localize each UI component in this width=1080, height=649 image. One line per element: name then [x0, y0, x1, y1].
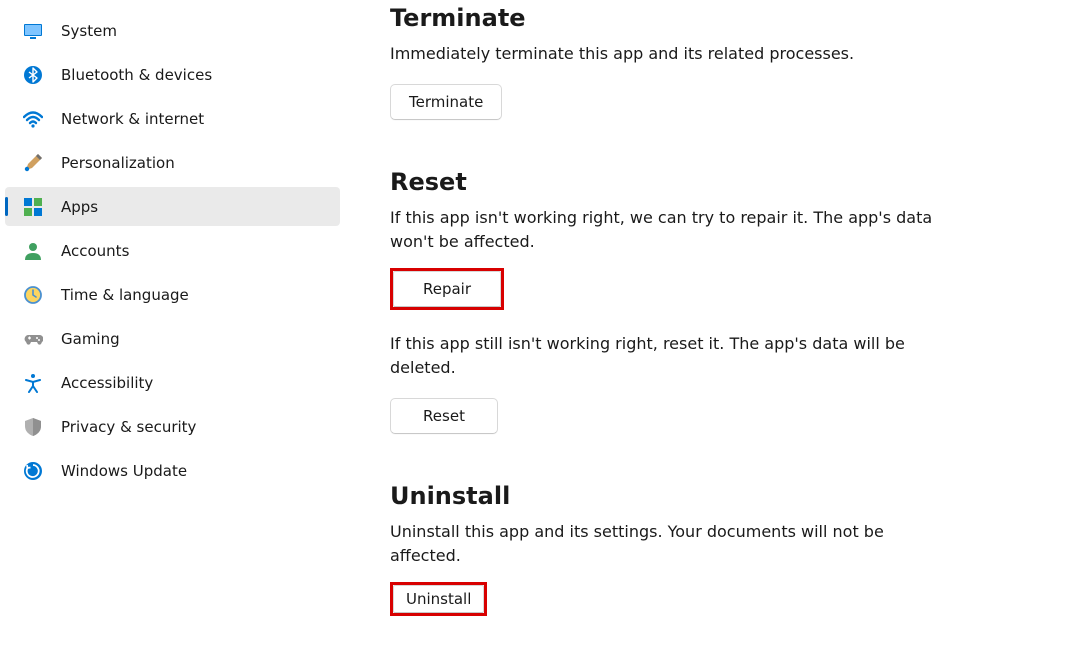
sidebar-item-personalization[interactable]: Personalization [5, 143, 340, 182]
system-icon [23, 21, 43, 41]
sidebar-item-accessibility[interactable]: Accessibility [5, 363, 340, 402]
accessibility-icon [23, 373, 43, 393]
shield-icon [23, 417, 43, 437]
clock-globe-icon [23, 285, 43, 305]
sidebar-item-system[interactable]: System [5, 11, 340, 50]
sidebar-item-apps[interactable]: Apps [5, 187, 340, 226]
sidebar-item-label: Network & internet [61, 110, 204, 128]
sidebar-item-label: Personalization [61, 154, 175, 172]
sidebar-item-label: Time & language [61, 286, 189, 304]
apps-icon [23, 197, 43, 217]
repair-description: If this app isn't working right, we can … [390, 206, 950, 254]
terminate-button[interactable]: Terminate [390, 84, 502, 120]
uninstall-section: Uninstall Uninstall this app and its set… [390, 482, 1050, 638]
settings-layout: System Bluetooth & devices Network & int… [0, 0, 1080, 649]
repair-button[interactable]: Repair [393, 271, 501, 307]
uninstall-description: Uninstall this app and its settings. You… [390, 520, 950, 568]
update-icon [23, 461, 43, 481]
uninstall-highlight-box: Uninstall [390, 582, 487, 616]
gamepad-icon [23, 329, 43, 349]
sidebar-item-windows-update[interactable]: Windows Update [5, 451, 340, 490]
wifi-icon [23, 109, 43, 129]
sidebar-item-label: Gaming [61, 330, 120, 348]
repair-highlight-box: Repair [390, 268, 504, 310]
terminate-section: Terminate Immediately terminate this app… [390, 4, 1050, 120]
uninstall-button[interactable]: Uninstall [393, 585, 484, 613]
sidebar-item-gaming[interactable]: Gaming [5, 319, 340, 358]
sidebar-item-accounts[interactable]: Accounts [5, 231, 340, 270]
uninstall-heading: Uninstall [390, 482, 1050, 510]
sidebar-item-time-language[interactable]: Time & language [5, 275, 340, 314]
sidebar-item-privacy[interactable]: Privacy & security [5, 407, 340, 446]
sidebar-item-bluetooth[interactable]: Bluetooth & devices [5, 55, 340, 94]
sidebar-item-label: System [61, 22, 117, 40]
paintbrush-icon [23, 153, 43, 173]
app-settings-content: Terminate Immediately terminate this app… [340, 0, 1080, 649]
terminate-description: Immediately terminate this app and its r… [390, 42, 950, 66]
sidebar-item-label: Apps [61, 198, 98, 216]
terminate-heading: Terminate [390, 4, 1050, 32]
person-icon [23, 241, 43, 261]
sidebar-item-label: Accounts [61, 242, 129, 260]
reset-section: Reset If this app isn't working right, w… [390, 168, 1050, 434]
reset-heading: Reset [390, 168, 1050, 196]
reset-description: If this app still isn't working right, r… [390, 332, 950, 380]
sidebar-item-label: Privacy & security [61, 418, 196, 436]
sidebar-item-network[interactable]: Network & internet [5, 99, 340, 138]
sidebar-item-label: Windows Update [61, 462, 187, 480]
sidebar-item-label: Accessibility [61, 374, 153, 392]
sidebar-item-label: Bluetooth & devices [61, 66, 212, 84]
bluetooth-icon [23, 65, 43, 85]
sidebar-nav: System Bluetooth & devices Network & int… [0, 0, 340, 649]
reset-button[interactable]: Reset [390, 398, 498, 434]
